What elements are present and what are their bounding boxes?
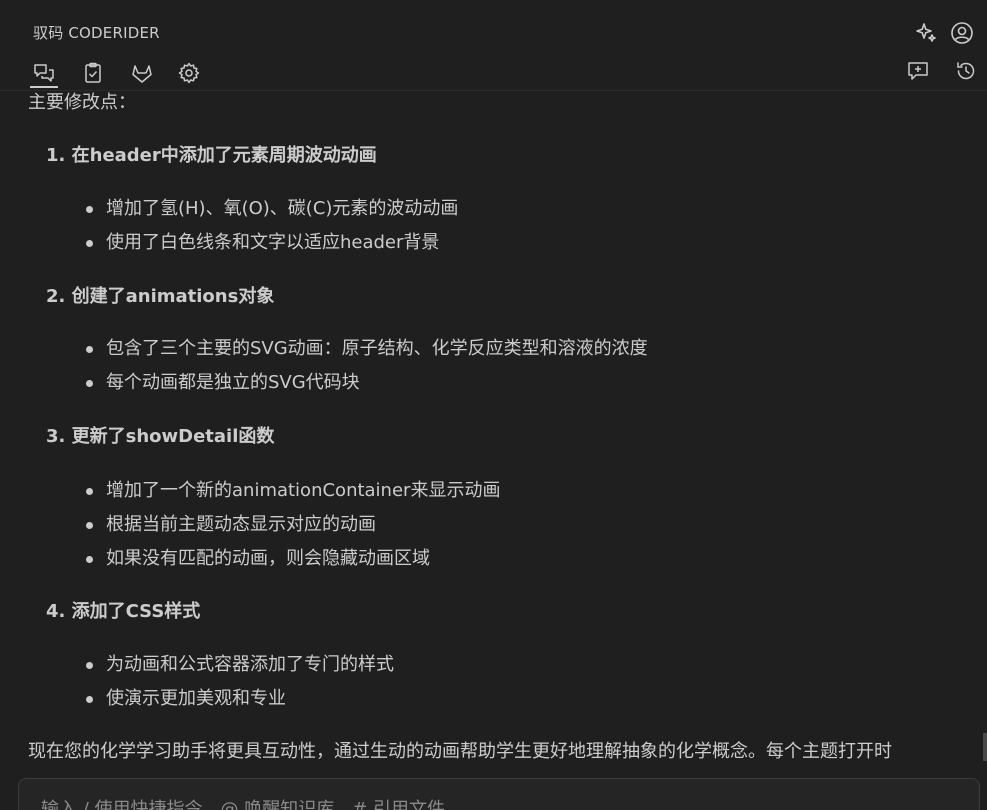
gear-icon[interactable] <box>176 60 202 86</box>
gitlab-icon[interactable] <box>129 60 155 86</box>
list-item: 增加了氢(H)、氧(O)、碳(C)元素的波动动画 <box>86 197 458 221</box>
input-placeholder: 输入 / 使用快捷指令，@ 唤醒知识库，# 引用文件 <box>41 799 446 810</box>
list-item: 每个动画都是独立的SVG代码块 <box>86 371 360 395</box>
list-item: 增加了一个新的animationContainer来显示动画 <box>86 479 500 503</box>
list-item: 使演示更加美观和专业 <box>86 687 286 711</box>
chat-icon[interactable] <box>31 60 57 86</box>
list-item: 根据当前主题动态显示对应的动画 <box>86 513 376 537</box>
list-item: 包含了三个主要的SVG动画：原子结构、化学反应类型和溶液的浓度 <box>86 337 648 361</box>
chat-message: 主要修改点： 1. 在header中添加了元素周期波动动画 增加了氢(H)、氧(… <box>0 91 987 771</box>
list-item: 为动画和公式容器添加了专门的样式 <box>86 653 394 677</box>
list-item: 使用了白色线条和文字以适应header背景 <box>86 231 439 255</box>
panel-header: 驭码 CODERIDER <box>0 0 987 91</box>
section-title: 2. 创建了animations对象 <box>46 286 275 307</box>
sparkle-icon[interactable] <box>913 20 939 46</box>
active-tab-indicator <box>30 86 58 88</box>
section-title: 3. 更新了showDetail函数 <box>46 426 275 447</box>
section-title: 4. 添加了CSS样式 <box>46 601 201 622</box>
section-title: 1. 在header中添加了元素周期波动动画 <box>46 145 377 166</box>
message-outro: 现在您的化学学习助手将更具互动性，通过生动的动画帮助学生更好地理解抽象的化学概念… <box>28 741 892 762</box>
coderider-panel: 驭码 CODERIDER 主要修改点： 1. 在header中添加了元素周期波动… <box>0 0 987 810</box>
message-intro: 主要修改点： <box>28 92 136 113</box>
scrollbar-thumb[interactable] <box>983 733 987 761</box>
account-icon[interactable] <box>949 20 975 46</box>
list-item: 如果没有匹配的动画，则会隐藏动画区域 <box>86 547 430 571</box>
clipboard-check-icon[interactable] <box>80 60 106 86</box>
history-icon[interactable] <box>953 58 979 84</box>
chat-input[interactable]: 输入 / 使用快捷指令，@ 唤醒知识库，# 引用文件 <box>18 778 980 810</box>
app-title: 驭码 CODERIDER <box>33 24 160 42</box>
new-chat-icon[interactable] <box>905 58 931 84</box>
